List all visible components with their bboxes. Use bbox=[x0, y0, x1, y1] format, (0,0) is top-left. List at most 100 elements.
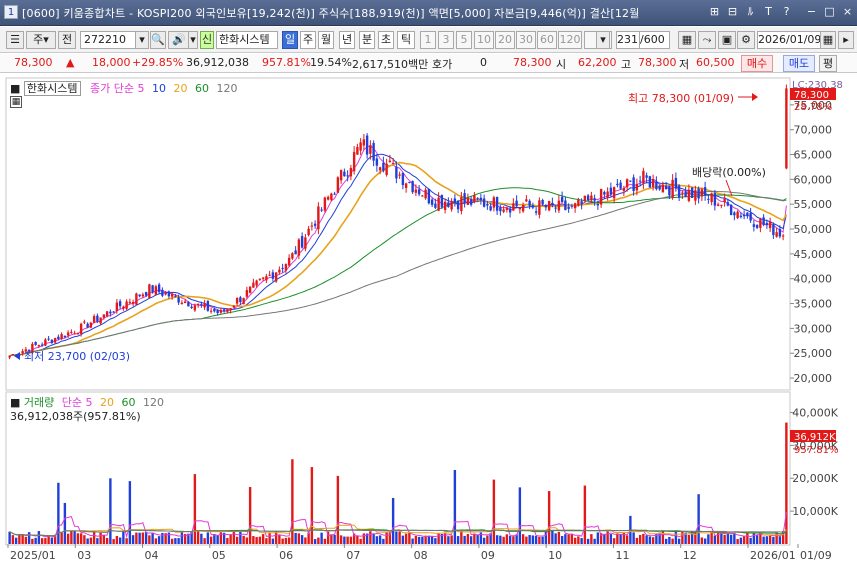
volume-bar bbox=[625, 535, 629, 544]
link-icon[interactable]: ﾙ bbox=[744, 5, 757, 19]
volume-bar bbox=[417, 536, 421, 544]
prev-button[interactable]: 전 bbox=[58, 31, 76, 49]
chart-canvas[interactable]: 75,00070,00065,00060,00055,00050,00045,0… bbox=[0, 74, 857, 562]
candle-body bbox=[362, 139, 366, 146]
legend-stock-name[interactable]: 한화시스템 bbox=[23, 81, 81, 96]
volume-bar bbox=[79, 533, 83, 544]
count-input[interactable]: 231 bbox=[616, 31, 640, 49]
eval-button[interactable]: 평 bbox=[819, 55, 837, 72]
candle-body bbox=[681, 192, 684, 194]
code-input[interactable]: 272210 bbox=[80, 31, 136, 49]
candle-body bbox=[183, 301, 187, 303]
grid-toggle-icon[interactable]: ▦ bbox=[10, 96, 22, 108]
candle-body bbox=[583, 195, 587, 201]
split-icon[interactable]: ⊟ bbox=[726, 5, 739, 19]
volume-bar bbox=[203, 538, 206, 544]
candle-body bbox=[778, 228, 782, 237]
candle-body bbox=[271, 272, 275, 279]
price-tick-label: 45,000 bbox=[794, 248, 833, 261]
candle-body bbox=[278, 269, 281, 273]
volume-bar bbox=[398, 531, 401, 544]
volume-bar bbox=[775, 532, 778, 544]
volume-bar bbox=[57, 482, 60, 544]
volume-tick-label: 40,000K bbox=[792, 406, 838, 419]
tab-year[interactable]: 년 bbox=[339, 31, 355, 49]
text-icon[interactable]: T bbox=[762, 5, 775, 19]
calendar-icon[interactable]: ▦ bbox=[820, 31, 836, 49]
candle-body bbox=[213, 308, 216, 312]
volume-bar bbox=[645, 535, 648, 544]
volume-bar bbox=[307, 532, 310, 544]
candle-body bbox=[632, 177, 635, 192]
tab-minute[interactable]: 분 bbox=[359, 31, 375, 49]
sell-button[interactable]: 매도 bbox=[783, 55, 815, 72]
candle-body bbox=[473, 195, 476, 202]
volume: 36,912,038 bbox=[186, 56, 249, 69]
candle-body bbox=[736, 211, 739, 219]
candle-body bbox=[629, 180, 632, 182]
volume-bar bbox=[343, 536, 346, 544]
up-arrow-icon: ▲ bbox=[66, 56, 75, 69]
x-tick-label: 08 bbox=[414, 549, 428, 561]
candle-body bbox=[622, 188, 626, 191]
tile-icon[interactable]: ⊞ bbox=[708, 5, 721, 19]
menu-icon[interactable]: ☰ bbox=[6, 31, 24, 49]
chart-area[interactable]: 75,000 70,000 65,000 60,000 55,000 50,000 45,0… bbox=[0, 74, 857, 562]
price-tick-label: 40,000 bbox=[794, 273, 833, 286]
code-dropdown-icon[interactable]: ▾ bbox=[135, 31, 149, 49]
candle-body bbox=[193, 305, 197, 311]
sound-dropdown-icon[interactable]: ▾ bbox=[188, 31, 198, 49]
help-icon[interactable]: ? bbox=[780, 5, 793, 19]
layout-icon[interactable]: ▦ bbox=[678, 31, 696, 49]
volume-bar bbox=[284, 537, 288, 544]
interval-20[interactable]: 20 bbox=[495, 31, 515, 49]
settings-icon[interactable]: ⚙ bbox=[737, 31, 755, 49]
candle-body bbox=[102, 314, 106, 318]
more-icon[interactable]: ▸ bbox=[838, 31, 854, 49]
interval-3[interactable]: 3 bbox=[438, 31, 454, 49]
candle-body bbox=[209, 310, 213, 312]
search-icon[interactable]: 🔍 bbox=[150, 31, 166, 49]
buy-button[interactable]: 매수 bbox=[741, 55, 773, 72]
volume-bar bbox=[372, 533, 375, 544]
interval-10[interactable]: 10 bbox=[474, 31, 494, 49]
save-icon[interactable]: ▣ bbox=[718, 31, 736, 49]
volume-bar bbox=[14, 537, 18, 544]
interval-60[interactable]: 60 bbox=[537, 31, 557, 49]
date-input[interactable]: 2026/01/09 bbox=[757, 31, 821, 49]
tab-tick[interactable]: 틱 bbox=[397, 31, 415, 49]
interval-30[interactable]: 30 bbox=[516, 31, 536, 49]
candle-body bbox=[180, 302, 184, 305]
candle-body bbox=[710, 193, 713, 203]
tab-week[interactable]: 주 bbox=[300, 31, 316, 49]
close-icon[interactable]: × bbox=[841, 5, 854, 19]
volume-bar bbox=[752, 532, 756, 544]
tab-day[interactable]: 일 bbox=[282, 31, 298, 49]
volume-bar bbox=[525, 536, 528, 544]
price-tick-label: 65,000 bbox=[794, 149, 833, 162]
candle-body bbox=[326, 196, 330, 200]
maximize-icon[interactable]: □ bbox=[823, 5, 836, 19]
sound-icon[interactable]: 🔊 bbox=[168, 31, 190, 49]
volume-bar bbox=[216, 535, 219, 544]
candle-body bbox=[161, 289, 164, 296]
candle-body bbox=[151, 285, 154, 293]
interval-5[interactable]: 5 bbox=[456, 31, 472, 49]
market-select[interactable]: 주▾ bbox=[26, 31, 56, 49]
tab-month[interactable]: 월 bbox=[318, 31, 334, 49]
tab-second[interactable]: 초 bbox=[378, 31, 394, 49]
minimize-icon[interactable]: − bbox=[805, 5, 818, 19]
volume-bar bbox=[359, 538, 362, 544]
volume-bar bbox=[209, 536, 213, 544]
candle-body bbox=[694, 190, 697, 201]
candle-body bbox=[86, 323, 89, 328]
candle-body bbox=[700, 189, 704, 197]
volume-bar bbox=[635, 537, 639, 544]
interval-1[interactable]: 1 bbox=[420, 31, 436, 49]
candle-body bbox=[375, 158, 379, 166]
chart-type-icon[interactable]: ⤳ bbox=[698, 31, 716, 49]
interval-120[interactable]: 120 bbox=[558, 31, 582, 49]
interval-dropdown-icon[interactable]: ▾ bbox=[596, 31, 610, 49]
volume-bar bbox=[336, 475, 340, 544]
volume-bar bbox=[632, 532, 635, 544]
